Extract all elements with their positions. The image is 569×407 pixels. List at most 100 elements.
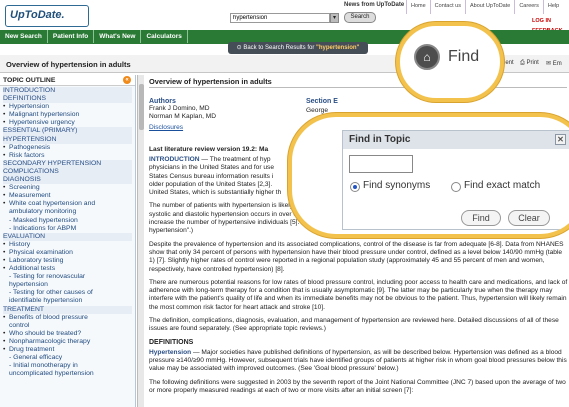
back-search-term: "hypertension" bbox=[316, 45, 360, 51]
outline-item[interactable]: Malignant hypertension bbox=[3, 111, 132, 119]
body-paragraph: Despite the prevalence of hypertension a… bbox=[149, 240, 564, 273]
outline-item[interactable]: hypertension bbox=[3, 281, 132, 289]
outline-item[interactable]: ambulatory monitoring bbox=[3, 208, 132, 216]
outline-item[interactable]: Measurement bbox=[3, 192, 132, 200]
section-editor-heading: Section E bbox=[306, 98, 338, 105]
top-nav-home[interactable]: Home bbox=[406, 0, 430, 14]
top-nav-about[interactable]: About UpToDate bbox=[464, 0, 514, 14]
top-nav-help[interactable]: Help bbox=[542, 0, 563, 14]
top-nav: Home Contact us About UpToDate Careers H… bbox=[406, 0, 563, 14]
nav-calculators[interactable]: Calculators bbox=[141, 30, 188, 43]
outline-list: INTRODUCTIONDEFINITIONSHypertensionMalig… bbox=[0, 86, 135, 379]
outline-item[interactable]: Drug treatment bbox=[3, 346, 132, 354]
find-input[interactable] bbox=[349, 155, 413, 173]
close-icon[interactable]: ✕ bbox=[555, 134, 566, 145]
outline-item[interactable]: Additional tests bbox=[3, 265, 132, 273]
print-button[interactable]: ⎙ Print bbox=[520, 60, 539, 67]
intro-text: older population of the United States [2… bbox=[149, 180, 273, 188]
back-to-results-label: Back to Search Results for bbox=[243, 45, 317, 51]
outline-item[interactable]: White coat hypertension and bbox=[3, 200, 132, 208]
outline-section[interactable]: TREATMENT bbox=[3, 305, 132, 314]
print-label: Print bbox=[526, 60, 539, 66]
nav-new-search[interactable]: New Search bbox=[0, 30, 48, 43]
outline-item[interactable]: History bbox=[3, 241, 132, 249]
definitions-heading: DEFINITIONS bbox=[149, 338, 194, 346]
print-icon: ⎙ bbox=[520, 60, 525, 66]
outline-item[interactable]: Laboratory testing bbox=[3, 257, 132, 265]
collapse-outline-icon[interactable]: « bbox=[123, 76, 131, 84]
body-paragraph: The following definitions were suggested… bbox=[149, 378, 566, 394]
outline-section[interactable]: DIAGNOSIS bbox=[3, 176, 132, 185]
outline-section[interactable]: DEFINITIONS bbox=[3, 95, 132, 104]
search-input[interactable] bbox=[230, 13, 330, 23]
top-nav-careers[interactable]: Careers bbox=[514, 0, 543, 14]
email-icon: ✉ bbox=[546, 61, 552, 67]
intro-text: United States, which is substantially hi… bbox=[149, 189, 282, 197]
find-dialog-header: Find in Topic ✕ bbox=[343, 131, 569, 149]
outline-item[interactable]: - Indications for ABPM bbox=[3, 225, 132, 233]
top-nav-contact[interactable]: Contact us bbox=[429, 0, 465, 14]
hypertension-text: — Major societies have published definit… bbox=[149, 348, 567, 373]
article-title: Overview of hypertension in adults bbox=[149, 77, 567, 88]
outline-item[interactable]: Benefits of blood pressure bbox=[3, 314, 132, 322]
search-dropdown-icon[interactable]: ▾ bbox=[330, 13, 339, 23]
section-editor-name: George bbox=[306, 107, 328, 114]
intro-text: physicians in the United States and for … bbox=[149, 164, 274, 172]
find-button-label[interactable]: Find bbox=[448, 48, 479, 66]
uptodate-logo[interactable]: UpToDate. bbox=[5, 5, 89, 27]
outline-item[interactable]: uncomplicated hypertension bbox=[3, 370, 132, 378]
nav-patient-info[interactable]: Patient Info bbox=[48, 30, 95, 43]
outline-scrollbar-thumb[interactable] bbox=[139, 84, 144, 130]
back-to-results-button[interactable]: ⊙ Back to Search Results for "hypertensi… bbox=[228, 42, 368, 54]
find-icon[interactable]: ⌂ bbox=[414, 44, 440, 70]
outline-item[interactable]: Hypertension bbox=[3, 103, 132, 111]
find-synonyms-radio[interactable] bbox=[350, 182, 360, 192]
outline-item[interactable]: - General efficacy bbox=[3, 354, 132, 362]
authors-heading: Authors bbox=[149, 98, 176, 105]
outline-item[interactable]: Risk factors bbox=[3, 152, 132, 160]
find-button[interactable]: Find bbox=[461, 210, 501, 226]
review-version-text: Last literature review version 19.2: Ma bbox=[149, 146, 269, 153]
outline-section[interactable]: COMPLICATIONS bbox=[3, 167, 132, 177]
outline-section[interactable]: SECONDARY HYPERTENSION bbox=[3, 159, 132, 168]
intro-text: — The treatment of hyp bbox=[199, 156, 271, 163]
nav-whats-new[interactable]: What's New bbox=[94, 30, 142, 43]
outline-scrollbar[interactable] bbox=[137, 75, 144, 407]
outline-item[interactable]: Nonpharmacologic therapy bbox=[3, 338, 132, 346]
topic-outline-header: TOPIC OUTLINE « bbox=[0, 75, 135, 86]
body-paragraph: There are numerous potential reasons for… bbox=[149, 278, 568, 311]
hypertension-paragraph: Hypertension — Major societies have publ… bbox=[149, 349, 569, 374]
outline-item[interactable]: Who should be treated? bbox=[3, 330, 132, 338]
topic-outline-title: TOPIC OUTLINE bbox=[3, 77, 56, 84]
find-synonyms-label[interactable]: Find synonyms bbox=[363, 180, 430, 191]
intro-text: States Census bureau information results… bbox=[149, 172, 274, 180]
outline-item[interactable]: - Testing for renovascular bbox=[3, 273, 132, 281]
author-name[interactable]: Frank J Domino, MD bbox=[149, 105, 569, 113]
login-link[interactable]: LOG IN bbox=[532, 18, 551, 24]
outline-section[interactable]: ESSENTIAL (PRIMARY) bbox=[3, 127, 132, 136]
outline-item[interactable]: - Initial monotherapy in bbox=[3, 362, 132, 370]
outline-item[interactable]: Screening bbox=[3, 184, 132, 192]
outline-item[interactable]: identifiable hypertension bbox=[3, 297, 132, 305]
topic-title: Overview of hypertension in adults bbox=[6, 60, 131, 69]
intro-heading: INTRODUCTION bbox=[149, 156, 200, 163]
search-button[interactable]: Search bbox=[344, 12, 376, 23]
outline-item[interactable]: Pathogenesis bbox=[3, 144, 132, 152]
outline-section[interactable]: EVALUATION bbox=[3, 232, 132, 241]
outline-item[interactable]: - Testing for other causes of bbox=[3, 289, 132, 297]
news-label[interactable]: News from UpToDate bbox=[344, 2, 404, 8]
back-arrow-icon: ⊙ bbox=[236, 45, 242, 51]
topic-outline: TOPIC OUTLINE « INTRODUCTIONDEFINITIONSH… bbox=[0, 75, 136, 407]
find-dialog-callout: Find in Topic ✕ Find synonyms Find exact… bbox=[288, 113, 569, 238]
outline-section[interactable]: INTRODUCTION bbox=[3, 87, 132, 96]
find-exact-label[interactable]: Find exact match bbox=[464, 180, 540, 191]
clear-button[interactable]: Clear bbox=[508, 210, 550, 226]
outline-item[interactable]: Hypertensive urgency bbox=[3, 119, 132, 127]
outline-item[interactable]: - Masked hypertension bbox=[3, 217, 132, 225]
find-zoom-callout: ⌂ Find bbox=[396, 22, 504, 102]
email-button[interactable]: ✉ Em bbox=[546, 60, 562, 67]
find-exact-radio[interactable] bbox=[451, 182, 461, 192]
outline-section[interactable]: HYPERTENSION bbox=[3, 135, 132, 144]
outline-item[interactable]: Physical examination bbox=[3, 249, 132, 257]
outline-item[interactable]: control bbox=[3, 322, 132, 330]
